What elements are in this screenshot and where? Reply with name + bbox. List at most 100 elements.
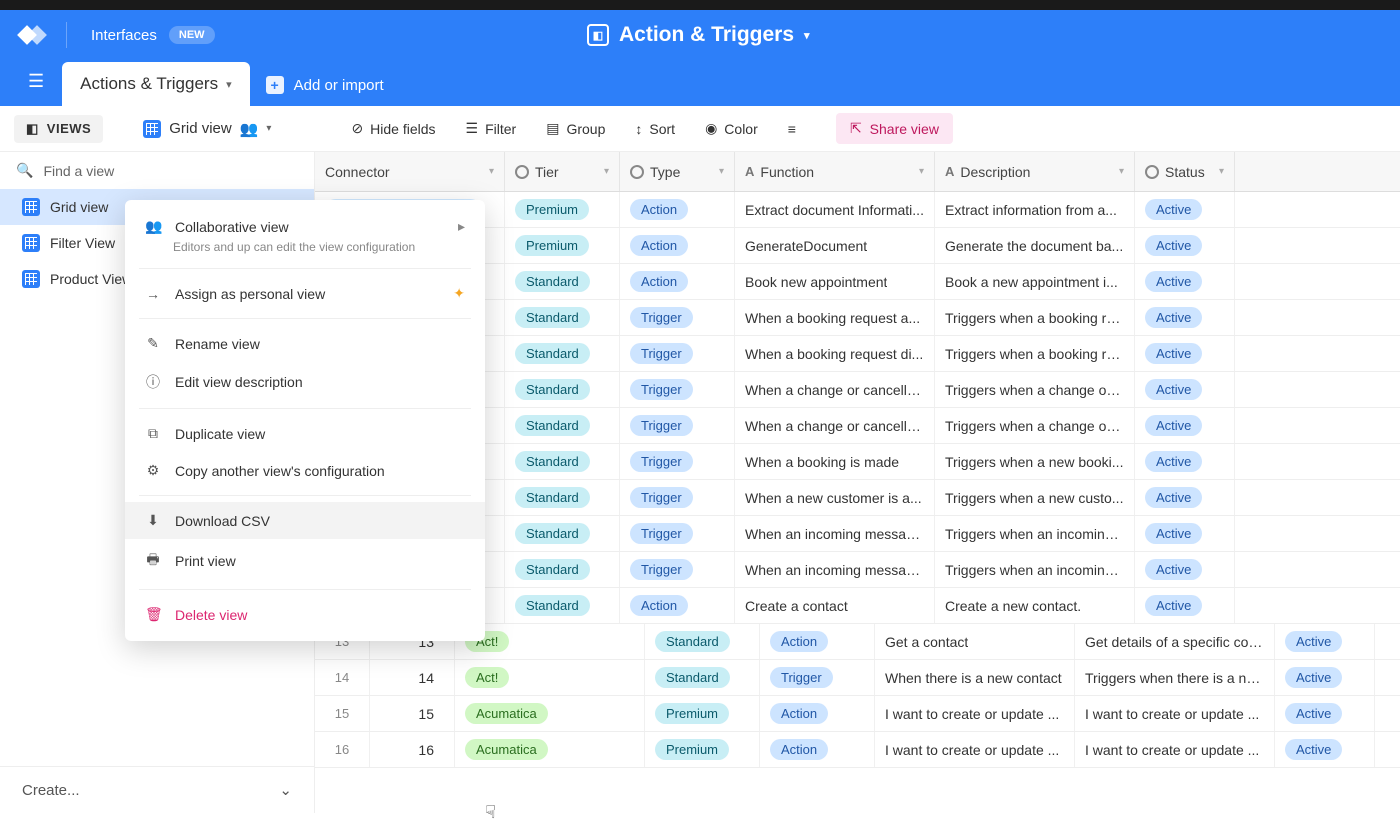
cell-status[interactable]: Active xyxy=(1135,552,1235,587)
cell-type[interactable]: Action xyxy=(620,264,735,299)
cell-tier[interactable]: Premium xyxy=(505,228,620,263)
cell-status[interactable]: Active xyxy=(1135,192,1235,227)
cell-description[interactable]: I want to create or update ... xyxy=(1075,732,1275,767)
cell-description[interactable]: Triggers when an incoming... xyxy=(935,552,1135,587)
cell-tier[interactable]: Standard xyxy=(505,480,620,515)
table-row[interactable]: 1515AcumaticaPremiumActionI want to crea… xyxy=(315,696,1400,732)
filter-button[interactable]: ☰ Filter xyxy=(456,114,527,143)
cell-description[interactable]: Generate the document ba... xyxy=(935,228,1135,263)
cell-function[interactable]: When there is a new contact xyxy=(875,660,1075,695)
cell-description[interactable]: Triggers when a new booki... xyxy=(935,444,1135,479)
cell-status[interactable]: Active xyxy=(1135,300,1235,335)
cell-type[interactable]: Trigger xyxy=(620,372,735,407)
hide-fields-button[interactable]: ⊘ Hide fields xyxy=(341,114,445,143)
cell-status[interactable]: Active xyxy=(1135,588,1235,623)
cell-description[interactable]: Book a new appointment i... xyxy=(935,264,1135,299)
cell-tier[interactable]: Standard xyxy=(505,336,620,371)
cell-status[interactable]: Active xyxy=(1135,336,1235,371)
interfaces-link[interactable]: Interfaces xyxy=(91,27,157,44)
cell-status[interactable]: Active xyxy=(1275,624,1375,659)
cell-function[interactable]: When a booking is made xyxy=(735,444,935,479)
cell-description[interactable]: Triggers when a new custo... xyxy=(935,480,1135,515)
cell-function[interactable]: GenerateDocument xyxy=(735,228,935,263)
cell-type[interactable]: Action xyxy=(620,588,735,623)
cell-status[interactable]: Active xyxy=(1135,228,1235,263)
row-height-button[interactable]: ≡ xyxy=(778,115,806,143)
cell-description[interactable]: I want to create or update ... xyxy=(1075,696,1275,731)
cell-description[interactable]: Triggers when there is a ne... xyxy=(1075,660,1275,695)
cell-status[interactable]: Active xyxy=(1275,660,1375,695)
airtable-logo-icon[interactable] xyxy=(18,25,46,45)
cell-description[interactable]: Triggers when a booking re... xyxy=(935,300,1135,335)
column-header-connector[interactable]: Connector▾ xyxy=(315,152,505,191)
cell-function[interactable]: When a change or cancella... xyxy=(735,372,935,407)
cell-function[interactable]: I want to create or update ... xyxy=(875,696,1075,731)
cell-tier[interactable]: Premium xyxy=(645,696,760,731)
cell-function[interactable]: I want to create or update ... xyxy=(875,732,1075,767)
chevron-down-icon[interactable]: ▾ xyxy=(226,78,232,91)
cell-status[interactable]: Active xyxy=(1135,480,1235,515)
cell-description[interactable]: Create a new contact. xyxy=(935,588,1135,623)
menu-item-copy-config[interactable]: ⚙ Copy another view's configuration xyxy=(125,452,485,489)
cell-tier[interactable]: Standard xyxy=(505,444,620,479)
cell-type[interactable]: Trigger xyxy=(620,480,735,515)
cell-type[interactable]: Trigger xyxy=(620,336,735,371)
menu-item-edit-description[interactable]: ⓘ Edit view description xyxy=(125,362,485,402)
tab-actions-triggers[interactable]: Actions & Triggers ▾ xyxy=(62,62,249,106)
share-view-button[interactable]: ⇱ Share view xyxy=(836,113,953,144)
cell-tier[interactable]: Standard xyxy=(505,552,620,587)
menu-item-download-csv[interactable]: ⬇ Download CSV ☟ xyxy=(125,502,485,539)
cell-type[interactable]: Trigger xyxy=(760,660,875,695)
cell-tier[interactable]: Standard xyxy=(645,660,760,695)
cell-type[interactable]: Trigger xyxy=(620,552,735,587)
column-header-status[interactable]: Status▾ xyxy=(1135,152,1235,191)
cell-function[interactable]: Create a contact xyxy=(735,588,935,623)
menu-item-assign-personal[interactable]: → Assign as personal view ✦ xyxy=(125,275,485,312)
cell-status[interactable]: Active xyxy=(1135,408,1235,443)
cell-function[interactable]: When an incoming messag... xyxy=(735,552,935,587)
cell-type[interactable]: Action xyxy=(760,624,875,659)
cell-description[interactable]: Triggers when a booking re... xyxy=(935,336,1135,371)
cell-function[interactable]: Extract document Informati... xyxy=(735,192,935,227)
cell-tier[interactable]: Premium xyxy=(645,732,760,767)
views-button[interactable]: ◧ VIEWS xyxy=(14,115,103,143)
cell-connector[interactable]: Act! xyxy=(455,660,645,695)
menu-item-duplicate[interactable]: ⧉ Duplicate view xyxy=(125,415,485,452)
cell-description[interactable]: Triggers when a change or ... xyxy=(935,372,1135,407)
cell-description[interactable]: Triggers when an incoming... xyxy=(935,516,1135,551)
cell-status[interactable]: Active xyxy=(1135,444,1235,479)
group-button[interactable]: ▤ Group xyxy=(536,114,615,143)
cell-type[interactable]: Trigger xyxy=(620,408,735,443)
cell-tier[interactable]: Standard xyxy=(505,588,620,623)
cell-function[interactable]: When a booking request di... xyxy=(735,336,935,371)
cell-function[interactable]: Book new appointment xyxy=(735,264,935,299)
cell-function[interactable]: When a booking request a... xyxy=(735,300,935,335)
cell-description[interactable]: Get details of a specific con... xyxy=(1075,624,1275,659)
cell-tier[interactable]: Standard xyxy=(505,300,620,335)
cell-function[interactable]: When an incoming messag... xyxy=(735,516,935,551)
menu-item-collaborative-view[interactable]: 👥 Collaborative view ▸ xyxy=(125,208,485,245)
current-view-button[interactable]: Grid view 👥 ▾ xyxy=(133,114,281,144)
cell-tier[interactable]: Standard xyxy=(505,372,620,407)
cell-type[interactable]: Action xyxy=(760,732,875,767)
cell-connector[interactable]: Acumatica xyxy=(455,696,645,731)
find-view-input[interactable]: 🔍 Find a view xyxy=(0,152,314,189)
menu-item-delete[interactable]: 🗑 Delete view xyxy=(125,596,485,633)
cell-id[interactable]: 15 xyxy=(370,696,455,731)
menu-item-print[interactable]: 🖶 Print view xyxy=(125,539,485,583)
cell-type[interactable]: Action xyxy=(760,696,875,731)
cell-status[interactable]: Active xyxy=(1135,516,1235,551)
cell-status[interactable]: Active xyxy=(1275,696,1375,731)
column-header-function[interactable]: AFunction▾ xyxy=(735,152,935,191)
cell-function[interactable]: When a new customer is a... xyxy=(735,480,935,515)
cell-type[interactable]: Trigger xyxy=(620,516,735,551)
cell-status[interactable]: Active xyxy=(1275,732,1375,767)
create-view-button[interactable]: Create... ⌄ xyxy=(0,766,314,813)
cell-function[interactable]: Get a contact xyxy=(875,624,1075,659)
cell-type[interactable]: Trigger xyxy=(620,300,735,335)
cell-tier[interactable]: Standard xyxy=(645,624,760,659)
base-title[interactable]: ◧ Action & Triggers ▾ xyxy=(587,23,810,47)
cell-description[interactable]: Extract information from a... xyxy=(935,192,1135,227)
hamburger-icon[interactable]: ☰ xyxy=(28,71,44,92)
cell-type[interactable]: Action xyxy=(620,192,735,227)
